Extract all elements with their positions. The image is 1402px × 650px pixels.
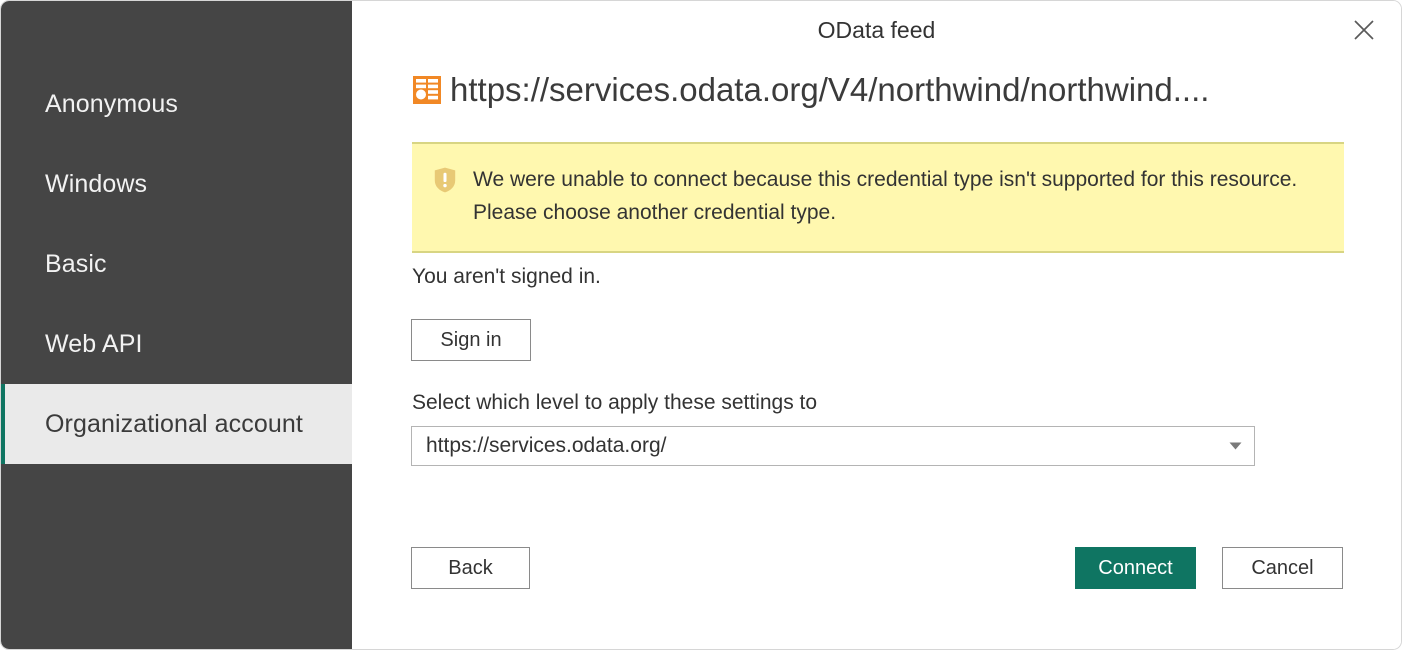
- sidebar-item-web-api[interactable]: Web API: [1, 304, 352, 384]
- selection-accent-bar: [1, 384, 5, 464]
- warning-message: We were unable to connect because this c…: [473, 168, 1298, 224]
- odata-table-icon: [413, 75, 441, 104]
- odata-feed-dialog: Anonymous Windows Basic Web API Organiza…: [0, 0, 1402, 650]
- sidebar-item-label: Web API: [45, 329, 143, 358]
- warning-shield-icon: [434, 167, 456, 193]
- sidebar-item-label: Windows: [45, 169, 148, 198]
- level-select-dropdown[interactable]: https://services.odata.org/: [411, 426, 1255, 466]
- connect-button[interactable]: Connect: [1075, 547, 1196, 589]
- dialog-main-panel: OData feed https://services.odata.org/V4…: [352, 1, 1401, 649]
- sidebar-item-label: Organizational account: [45, 409, 303, 438]
- sidebar-item-windows[interactable]: Windows: [1, 144, 352, 224]
- source-url-header: https://services.odata.org/V4/northwind/…: [412, 71, 1345, 109]
- close-icon[interactable]: [1341, 7, 1387, 53]
- sidebar-item-basic[interactable]: Basic: [1, 224, 352, 304]
- signin-status-text: You aren't signed in.: [412, 265, 601, 288]
- sidebar-item-label: Basic: [45, 249, 107, 278]
- level-select-value: https://services.odata.org/: [426, 434, 667, 457]
- warning-banner: We were unable to connect because this c…: [412, 142, 1344, 254]
- chevron-down-icon: [1216, 442, 1254, 450]
- sign-in-button[interactable]: Sign in: [411, 319, 531, 361]
- sidebar-item-anonymous[interactable]: Anonymous: [1, 64, 352, 144]
- back-button[interactable]: Back: [411, 547, 530, 589]
- sidebar-item-label: Anonymous: [45, 89, 178, 118]
- source-url-text: https://services.odata.org/V4/northwind/…: [450, 71, 1210, 108]
- sidebar-item-organizational-account[interactable]: Organizational account: [1, 384, 352, 464]
- cancel-button[interactable]: Cancel: [1222, 547, 1343, 589]
- page-title: OData feed: [817, 17, 936, 43]
- credential-type-sidebar: Anonymous Windows Basic Web API Organiza…: [1, 1, 352, 649]
- level-select-label: Select which level to apply these settin…: [412, 391, 818, 414]
